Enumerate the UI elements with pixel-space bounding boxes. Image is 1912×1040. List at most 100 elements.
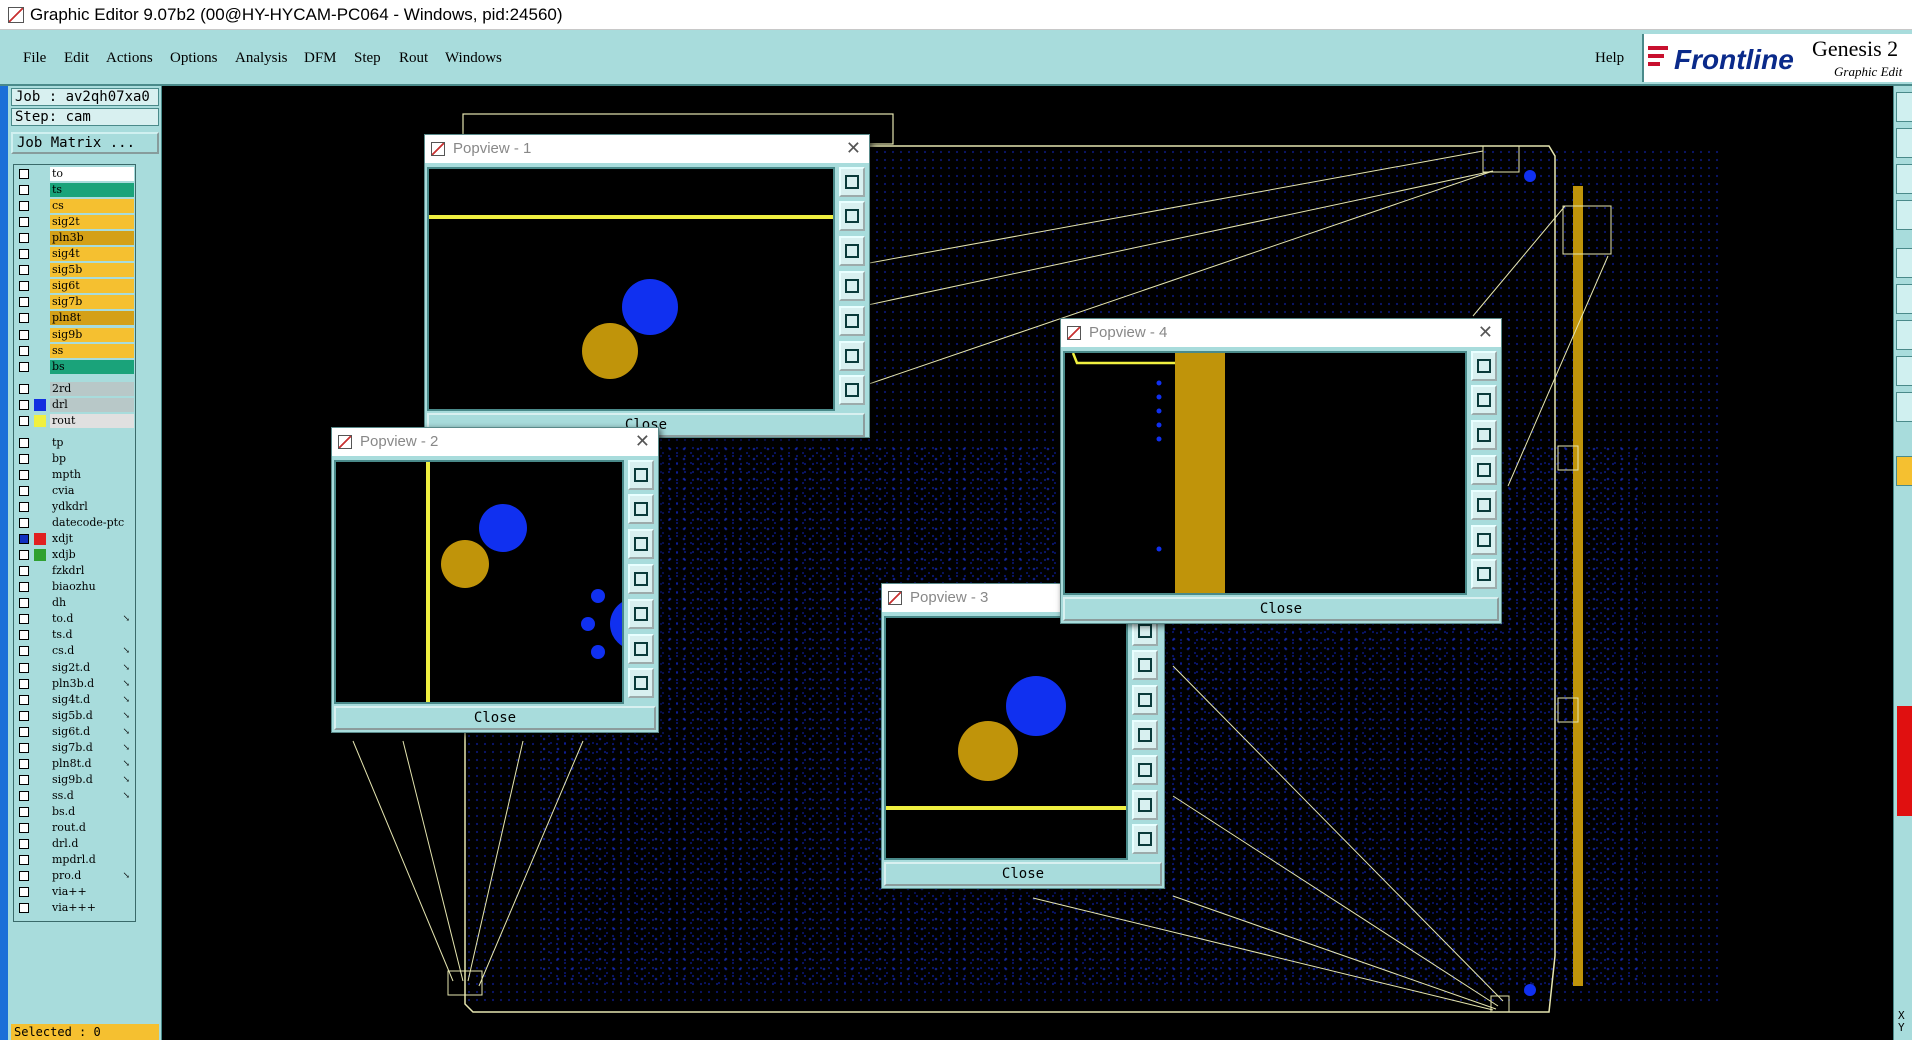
job-matrix-button[interactable]: Job Matrix ... [11, 132, 159, 154]
menu-step[interactable]: Step [354, 50, 381, 67]
layer-name[interactable]: to.d ↘ [50, 612, 134, 627]
popview-4-close-button[interactable]: Close [1063, 597, 1499, 621]
layer-row[interactable]: sig7b.d ↘ [16, 740, 136, 755]
layer-checkbox[interactable] [19, 281, 29, 292]
menu-actions[interactable]: Actions [106, 50, 153, 67]
layer-checkbox[interactable] [19, 726, 29, 737]
layer-checkbox[interactable] [19, 598, 29, 609]
layer-row[interactable]: ss [16, 343, 136, 358]
popview-3-tool-right[interactable] [1132, 755, 1158, 785]
layer-checkbox[interactable] [19, 502, 29, 512]
layer-row[interactable]: sig5b [16, 263, 136, 278]
layer-name[interactable]: cs.d ↘ [50, 644, 134, 659]
layer-row[interactable]: xdjt [16, 532, 136, 547]
layer-name[interactable]: ts.d [50, 628, 134, 643]
layer-row[interactable]: rout [16, 413, 136, 428]
layer-name[interactable]: sig9b.d ↘ [50, 772, 134, 787]
layer-checkbox[interactable] [19, 453, 29, 464]
layer-name[interactable]: pln3b.d ↘ [50, 676, 134, 691]
layer-checkbox[interactable] [19, 297, 29, 308]
menu-edit[interactable]: Edit [64, 50, 89, 67]
right-tool-4[interactable] [1896, 200, 1912, 230]
popview-1-tool-zoom-out[interactable] [839, 375, 865, 405]
popview-4-tool-down[interactable] [1471, 420, 1497, 450]
layer-name[interactable]: ydkdrl [50, 500, 134, 514]
layer-checkbox[interactable] [19, 903, 29, 914]
right-tool-9[interactable] [1896, 392, 1912, 422]
layer-row[interactable]: via++ [16, 885, 136, 900]
layer-row[interactable]: sig4t.d ↘ [16, 692, 136, 707]
layer-name[interactable]: pln8t.d ↘ [50, 756, 134, 771]
popview-3-tool-zoom-out[interactable] [1132, 824, 1158, 854]
layer-name[interactable]: via+++ [50, 901, 134, 916]
layer-checkbox[interactable] [19, 646, 29, 657]
layer-checkbox[interactable] [19, 233, 29, 244]
right-tool-1[interactable] [1896, 92, 1912, 122]
layer-row[interactable]: cvia [16, 483, 136, 498]
layer-row[interactable]: mpth [16, 467, 136, 482]
layer-name[interactable]: sig4t.d ↘ [50, 692, 134, 707]
layer-checkbox[interactable] [19, 855, 29, 866]
layer-name[interactable]: pro.d ↘ [50, 869, 134, 884]
layer-name[interactable]: xdjb [50, 548, 134, 563]
layer-name[interactable]: sig4t [50, 247, 134, 262]
layer-checkbox[interactable] [19, 249, 29, 260]
layer-checkbox[interactable] [19, 185, 29, 196]
layer-name[interactable]: drl [50, 397, 134, 412]
popview-4-tool-right[interactable] [1471, 490, 1497, 520]
layer-checkbox[interactable] [19, 694, 29, 705]
layer-row[interactable]: dh [16, 596, 136, 611]
menu-windows[interactable]: Windows [445, 50, 502, 67]
layer-row[interactable]: mpdrl.d [16, 853, 136, 868]
layer-row[interactable]: fzkdrl [16, 564, 136, 579]
popview-4-close-x-icon[interactable]: ✕ [1478, 319, 1493, 347]
layer-row[interactable]: ts [16, 183, 136, 198]
layer-row[interactable]: pro.d ↘ [16, 869, 136, 884]
popview-4-tool-fit[interactable] [1471, 351, 1497, 381]
layer-row[interactable]: drl.d [16, 837, 136, 852]
popview-2-tool-up[interactable] [628, 494, 654, 524]
popview-3-tool-up[interactable] [1132, 650, 1158, 680]
popview-2-tool-zoom-in[interactable] [628, 634, 654, 664]
popview-3-close-button[interactable]: Close [884, 862, 1162, 886]
layer-checkbox[interactable] [19, 415, 29, 426]
layer-row[interactable]: bs [16, 359, 136, 374]
layer-checkbox[interactable] [19, 742, 29, 753]
right-tool-5[interactable] [1896, 248, 1912, 278]
layer-name[interactable]: ts [50, 183, 134, 198]
layer-name[interactable]: bs [50, 359, 134, 374]
layer-name[interactable]: sig2t [50, 215, 134, 230]
popview-4-view[interactable] [1063, 351, 1467, 595]
layer-row[interactable]: pln8t [16, 311, 136, 326]
layer-row[interactable]: ydkdrl [16, 500, 136, 514]
layer-row[interactable]: cs.d ↘ [16, 644, 136, 659]
layer-row[interactable]: sig4t [16, 247, 136, 262]
popview-2-view[interactable] [334, 460, 662, 704]
popview-2-titlebar[interactable]: Popview - 2 ✕ [332, 428, 658, 456]
layer-row[interactable]: sig9b.d ↘ [16, 772, 136, 787]
layer-name[interactable]: rout.d [50, 821, 134, 835]
layer-name[interactable]: sig5b [50, 263, 134, 278]
layer-checkbox[interactable] [19, 678, 29, 689]
popview-2-close-button[interactable]: Close [334, 706, 656, 730]
layer-name[interactable]: mpth [50, 467, 134, 482]
layer-checkbox[interactable] [19, 485, 29, 496]
layer-checkbox[interactable] [19, 710, 29, 721]
layer-name[interactable]: mpdrl.d [50, 853, 134, 868]
layer-checkbox[interactable] [19, 614, 29, 625]
popview-3-tool-zoom-in[interactable] [1132, 790, 1158, 820]
layer-checkbox[interactable] [19, 361, 29, 372]
layer-checkbox[interactable] [19, 839, 29, 850]
layer-checkbox[interactable] [19, 566, 29, 577]
layer-checkbox[interactable] [19, 582, 29, 593]
layer-row[interactable]: via+++ [16, 901, 136, 916]
layer-name[interactable]: sig7b.d ↘ [50, 740, 134, 755]
right-tool-6[interactable] [1896, 284, 1912, 314]
layer-name[interactable]: tp [50, 435, 134, 450]
layer-checkbox[interactable] [19, 758, 29, 769]
layer-name[interactable]: ss [50, 343, 134, 358]
layer-name[interactable]: bs.d [50, 804, 134, 819]
layer-name[interactable]: fzkdrl [50, 564, 134, 579]
layer-checkbox[interactable] [19, 518, 29, 529]
popview-1-tool-zoom-in[interactable] [839, 341, 865, 371]
